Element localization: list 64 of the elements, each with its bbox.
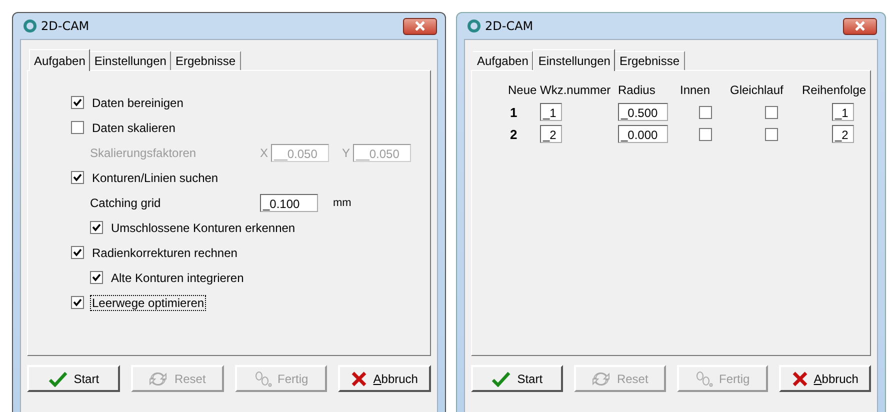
checkbox-label: Radienkorrekturen rechnen: [91, 246, 238, 260]
field-label: Skalierungsfaktoren: [90, 146, 198, 160]
column-header: Radius: [618, 83, 656, 99]
input-field[interactable]: _1: [832, 103, 854, 121]
input-field[interactable]: _2: [832, 125, 854, 143]
close-button[interactable]: [403, 18, 437, 34]
checkbox[interactable]: [764, 128, 778, 140]
checkbox[interactable]: [71, 246, 84, 259]
unit-label: mm: [333, 196, 352, 208]
row-number: 1: [509, 104, 518, 120]
refresh-icon: [590, 370, 611, 388]
tab[interactable]: Einstellungen: [90, 51, 172, 70]
checkbox[interactable]: [71, 296, 84, 309]
input-field[interactable]: _0.500: [618, 103, 668, 121]
tab[interactable]: Aufgaben: [29, 49, 90, 71]
checkbox-label: Daten skalieren: [91, 120, 176, 134]
checkbox[interactable]: [71, 171, 84, 184]
checkbox[interactable]: [71, 121, 84, 134]
column-header: Innen: [680, 83, 712, 99]
ring-icon: [467, 19, 481, 33]
checkbox[interactable]: [90, 221, 103, 234]
checkbox[interactable]: [698, 106, 712, 118]
checkbox-label: Daten bereinigen: [91, 96, 184, 110]
close-icon: [854, 21, 866, 31]
ring-icon: [23, 19, 37, 33]
window-title: 2D-CAM: [485, 19, 534, 33]
refresh-icon: [148, 370, 168, 388]
cross-icon: [351, 370, 368, 386]
close-icon: [414, 21, 426, 31]
action-button[interactable]: Start: [27, 365, 120, 392]
input-field[interactable]: _1: [540, 103, 562, 121]
tab[interactable]: Ergebnisse: [171, 51, 240, 70]
tab[interactable]: Ergebnisse: [615, 51, 684, 70]
column-header: Reihenfolge: [802, 83, 866, 99]
checkbox-label: Alte Konturen integrieren: [110, 270, 245, 284]
action-button[interactable]: Start: [471, 365, 563, 392]
checkbox[interactable]: [698, 128, 712, 140]
input-field[interactable]: _0.100: [260, 194, 318, 212]
field-label: Catching grid: [90, 196, 162, 210]
column-header: Neue: [508, 83, 538, 99]
footprints-icon: [695, 370, 714, 386]
tab[interactable]: Einstellungen: [533, 49, 616, 71]
checkbox[interactable]: [90, 271, 103, 284]
cross-icon: [792, 370, 808, 386]
footprints-icon: [254, 370, 272, 386]
column-header: Gleichlauf: [730, 83, 784, 99]
action-button[interactable]: Abbruch: [779, 365, 871, 392]
checkbox[interactable]: [71, 96, 84, 109]
tab[interactable]: Aufgaben: [473, 51, 534, 70]
input-field[interactable]: _2: [540, 125, 562, 143]
axis-label: X: [260, 146, 268, 160]
input-field[interactable]: _0.000: [618, 125, 668, 143]
close-button[interactable]: [843, 18, 877, 34]
checkbox-label: Leerwege optimieren: [91, 296, 206, 310]
check-icon: [491, 370, 512, 386]
checkbox-label: Konturen/Linien suchen: [91, 170, 220, 184]
checkbox-label: Umschlossene Konturen erkennen: [110, 220, 296, 234]
action-button[interactable]: Abbruch: [338, 365, 431, 392]
checkbox[interactable]: [764, 106, 778, 118]
column-header: Wkz.nummer: [540, 83, 612, 99]
axis-label: Y: [342, 146, 350, 160]
row-number: 2: [509, 126, 518, 142]
window-title: 2D-CAM: [41, 19, 90, 33]
check-icon: [48, 370, 68, 386]
